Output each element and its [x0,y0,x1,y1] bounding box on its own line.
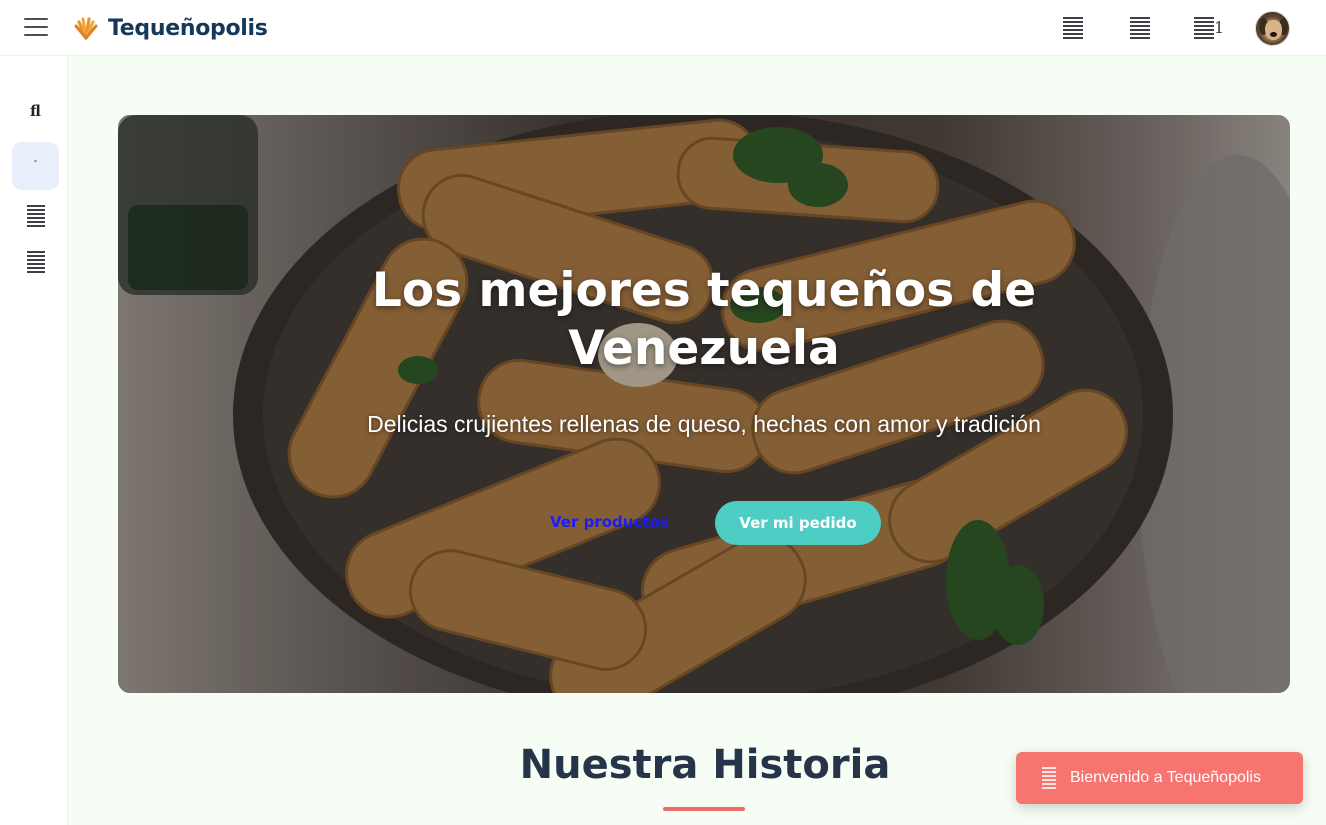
home-icon: fl [30,102,41,120]
hero-title: Los mejores tequeños de Venezuela [371,263,1037,376]
user-avatar[interactable] [1255,11,1290,46]
nav-icon[interactable] [1130,16,1152,40]
sidebar-item-orders[interactable] [12,192,59,240]
notification-icon [1042,767,1056,789]
top-header: Tequeñopolis 1 [0,0,1326,56]
brand-logo-icon [74,17,98,40]
cart-count-badge: 1 [1214,18,1225,37]
view-products-link[interactable]: Ver productos [550,513,669,531]
hero-actions: Ver productos Ver mi pedido [118,500,1290,546]
hero-banner: Los mejores tequeños de Venezuela Delici… [118,115,1290,693]
nav-icon[interactable] [1063,16,1085,40]
cart-icon[interactable]: 1 [1194,16,1224,40]
orders-icon [26,205,45,227]
toast-message: Bienvenido a Tequeñopolis [1070,769,1261,786]
sidebar: fl - [0,56,68,825]
sidebar-item-list[interactable] [12,238,59,286]
list-icon [26,251,45,273]
sidebar-item-products[interactable]: - [12,142,59,190]
products-icon: - [33,153,38,167]
brand[interactable]: Tequeñopolis [74,12,268,44]
menu-icon[interactable] [24,18,48,36]
section-title-history: Nuestra Historia [519,742,891,788]
sidebar-item-home[interactable]: fl [12,87,59,135]
brand-name: Tequeñopolis [108,15,268,41]
hero-content: Los mejores tequeños de Venezuela Delici… [118,115,1290,693]
welcome-toast[interactable]: Bienvenido a Tequeñopolis [1016,752,1303,804]
view-order-button[interactable]: Ver mi pedido [715,501,881,545]
section-title-underline [663,807,745,811]
hero-subtitle: Delicias crujientes rellenas de queso, h… [367,411,1041,437]
